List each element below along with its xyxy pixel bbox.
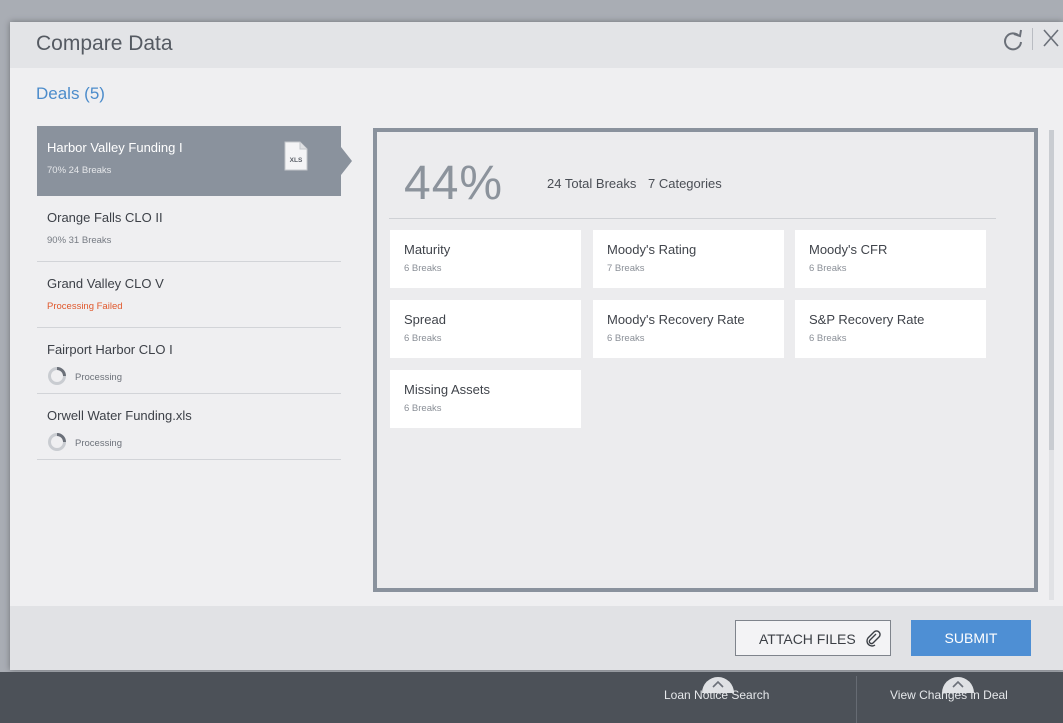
match-percent: 44% xyxy=(404,157,504,210)
loan-notice-search-tab[interactable]: Loan Notice Search xyxy=(664,688,769,702)
selection-pointer xyxy=(341,147,352,175)
deal-name: Grand Valley CLO V xyxy=(47,276,164,291)
categories-count: 7 Categories xyxy=(648,176,722,191)
deal-list: Harbor Valley Funding I 70% 24 Breaks XL… xyxy=(37,126,352,460)
category-breaks: 6 Breaks xyxy=(404,333,442,344)
scrollbar[interactable] xyxy=(1049,130,1054,600)
spinner-icon xyxy=(48,367,66,385)
deal-status-processing: Processing xyxy=(75,438,122,449)
compare-data-modal: Compare Data Deals (5) Harbor Valley Fun… xyxy=(10,22,1063,670)
attach-files-button[interactable]: ATTACH FILES xyxy=(735,620,891,656)
submit-button[interactable]: SUBMIT xyxy=(911,620,1031,656)
paperclip-icon xyxy=(866,630,881,647)
category-card[interactable]: Moody's Rating 7 Breaks xyxy=(593,230,784,288)
bottom-bar-divider xyxy=(856,676,857,723)
category-card[interactable]: Missing Assets 6 Breaks xyxy=(390,370,581,428)
category-card[interactable]: Maturity 6 Breaks xyxy=(390,230,581,288)
xls-badge: XLS xyxy=(290,157,303,164)
category-breaks: 6 Breaks xyxy=(404,263,442,274)
category-name: Missing Assets xyxy=(404,382,490,397)
category-breaks: 6 Breaks xyxy=(607,333,645,344)
deal-status-failed: Processing Failed xyxy=(47,301,123,312)
deal-name: Harbor Valley Funding I xyxy=(47,140,183,155)
category-name: Spread xyxy=(404,312,446,327)
header-divider xyxy=(1032,28,1033,50)
deal-item-selected[interactable]: Harbor Valley Funding I 70% 24 Breaks XL… xyxy=(37,126,352,196)
view-changes-in-deal-tab[interactable]: View Changes in Deal xyxy=(890,688,1008,702)
deal-name: Orange Falls CLO II xyxy=(47,210,163,225)
deal-meta: 70% 24 Breaks xyxy=(47,165,112,176)
category-breaks: 6 Breaks xyxy=(809,263,847,274)
category-name: Moody's Recovery Rate xyxy=(607,312,745,327)
category-breaks: 7 Breaks xyxy=(607,263,645,274)
deal-name: Fairport Harbor CLO I xyxy=(47,342,173,357)
deal-item[interactable]: Fairport Harbor CLO I Processing xyxy=(37,328,341,394)
bottom-bar: Loan Notice Search View Changes in Deal xyxy=(0,672,1063,723)
attach-files-label: ATTACH FILES xyxy=(759,631,856,647)
spinner-icon xyxy=(48,433,66,451)
category-breaks: 6 Breaks xyxy=(809,333,847,344)
category-name: Maturity xyxy=(404,242,451,257)
modal-footer: ATTACH FILES SUBMIT xyxy=(10,606,1063,670)
category-name: Moody's Rating xyxy=(607,242,697,257)
xls-file-icon[interactable]: XLS xyxy=(284,141,308,171)
category-name: Moody's CFR xyxy=(809,242,888,257)
submit-label: SUBMIT xyxy=(944,630,998,646)
deal-item[interactable]: Grand Valley CLO V Processing Failed xyxy=(37,262,341,328)
deals-heading: Deals (5) xyxy=(36,84,105,103)
modal-header: Compare Data xyxy=(10,22,1063,68)
deal-item[interactable]: Orwell Water Funding.xls Processing xyxy=(37,394,341,460)
close-icon[interactable] xyxy=(1040,26,1062,50)
category-card[interactable]: Moody's CFR 6 Breaks xyxy=(795,230,986,288)
deal-name: Orwell Water Funding.xls xyxy=(47,408,192,423)
refresh-icon[interactable] xyxy=(1000,27,1026,53)
deal-meta: 90% 31 Breaks xyxy=(47,235,112,246)
deal-status-processing: Processing xyxy=(75,372,122,383)
category-card[interactable]: Moody's Recovery Rate 6 Breaks xyxy=(593,300,784,358)
modal-title: Compare Data xyxy=(36,32,173,55)
category-card[interactable]: S&P Recovery Rate 6 Breaks xyxy=(795,300,986,358)
deal-detail-panel: 44% 24 Total Breaks 7 Categories Maturit… xyxy=(373,128,1038,592)
scrollbar-thumb[interactable] xyxy=(1049,130,1054,450)
break-summary: 24 Total Breaks 7 Categories xyxy=(547,176,730,191)
total-breaks: 24 Total Breaks xyxy=(547,176,637,191)
category-card[interactable]: Spread 6 Breaks xyxy=(390,300,581,358)
category-breaks: 6 Breaks xyxy=(404,403,442,414)
deal-item[interactable]: Orange Falls CLO II 90% 31 Breaks xyxy=(37,196,341,262)
category-name: S&P Recovery Rate xyxy=(809,312,925,327)
panel-divider xyxy=(389,218,996,219)
